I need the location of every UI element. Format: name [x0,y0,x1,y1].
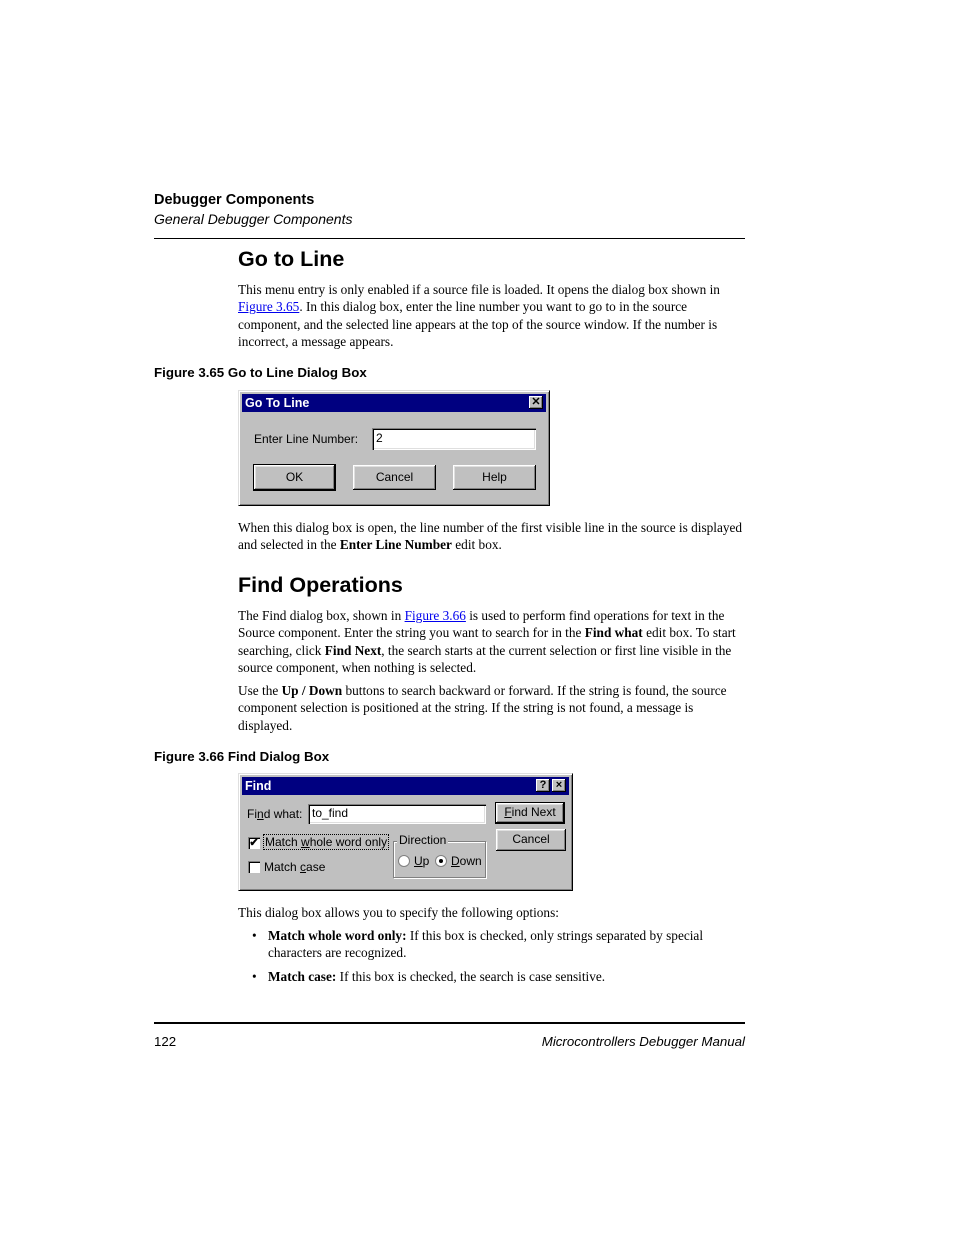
accelerator: w [301,835,310,849]
accelerator: n [257,807,264,821]
match-whole-word-label[interactable]: Match whole word only [262,834,390,850]
find-paragraph-1: The Find dialog box, shown in Figure 3.6… [238,607,746,676]
direction-label: Direction [397,833,449,847]
find-dialog: Find ? × Find what: to_find Find Next Ca… [238,773,573,891]
direction-down-radio[interactable] [435,855,447,867]
direction-up-label[interactable]: Up [414,854,429,868]
bullet-icon: • [252,928,257,943]
find-heading: Find Operations [238,573,403,597]
find-paragraph-3: This dialog box allows you to specify th… [238,905,559,920]
list-item: • Match case: If this box is checked, th… [252,968,746,985]
dialog-title: Find [245,779,272,793]
running-header-subtitle: General Debugger Components [154,211,353,227]
text: edit box. [451,537,502,553]
enter-line-number-label: Enter Line Number: [254,432,359,446]
direction-down-label[interactable]: Down [451,854,482,868]
text: Fi [247,807,257,821]
find-paragraph-2: Use the Up / Down buttons to search back… [238,682,746,734]
close-icon[interactable]: ✕ [529,396,543,409]
bold-text: Find what [584,625,643,641]
manual-title: Microcontrollers Debugger Manual [541,1034,745,1049]
text: own [459,854,482,868]
find-what-input[interactable]: to_find [308,804,486,824]
header-rule [154,238,745,239]
figure-3-65-link[interactable]: Figure 3.65 [238,299,299,314]
accelerator: U [414,854,423,868]
match-case-label[interactable]: Match case [264,860,325,874]
dialog-titlebar: Find ? × [242,777,569,795]
page-number: 122 [154,1034,177,1049]
cancel-button[interactable]: Cancel [496,829,566,851]
goto-heading: Go to Line [238,247,345,271]
text: Match [265,835,302,849]
text: d what: [263,807,303,821]
text: p [422,854,430,868]
options-list: • Match whole word only: If this box is … [252,927,746,991]
text: hole word only [309,835,388,849]
text: . In this dialog box, enter the line num… [238,299,718,349]
figure-caption-3-66: Figure 3.66 Find Dialog Box [154,749,330,764]
text: Use the [238,683,282,698]
line-number-input[interactable]: 2 [372,428,536,450]
figure-3-66-link[interactable]: Figure 3.66 [405,608,466,623]
find-next-button[interactable]: Find Next [495,802,565,824]
text: Match [264,860,301,874]
match-case-checkbox[interactable] [248,861,260,873]
bold-text: Find Next [324,642,382,658]
goto-line-dialog: Go To Line ✕ Enter Line Number: 2 OK Can… [238,390,550,506]
list-item: • Match whole word only: If this box is … [252,927,746,962]
text: This menu entry is only enabled if a sou… [238,282,720,297]
accelerator: D [451,854,460,868]
figure-caption-3-65: Figure 3.65 Go to Line Dialog Box [154,365,367,380]
dialog-titlebar: Go To Line ✕ [242,394,546,412]
dialog-title: Go To Line [245,396,310,410]
ok-button[interactable]: OK [253,464,336,491]
bold-text: Match whole word only: [268,928,407,943]
text: If this box is checked, the search is ca… [336,968,606,984]
bold-text: Match case: [268,968,337,984]
close-icon[interactable]: × [552,779,566,792]
cancel-button[interactable]: Cancel [353,465,436,490]
footer-rule [154,1022,745,1024]
text: The Find dialog box, shown in [238,608,405,623]
goto-paragraph-2: When this dialog box is open, the line n… [238,519,746,554]
bold-text: Up / Down [281,683,343,698]
match-whole-word-checkbox[interactable]: ✔ [248,837,260,849]
text: ase [306,860,326,874]
accelerator: F [504,805,512,819]
goto-paragraph-1: This menu entry is only enabled if a sou… [238,281,746,350]
find-what-label: Find what: [247,807,302,821]
radio-selected-dot [439,859,443,863]
bold-text: Enter Line Number [339,537,452,553]
help-icon[interactable]: ? [536,779,550,792]
text: ind Next [511,805,556,819]
help-button[interactable]: Help [453,465,536,490]
bullet-icon: • [252,968,257,984]
direction-up-radio[interactable] [398,855,410,867]
running-header-title: Debugger Components [154,192,315,208]
